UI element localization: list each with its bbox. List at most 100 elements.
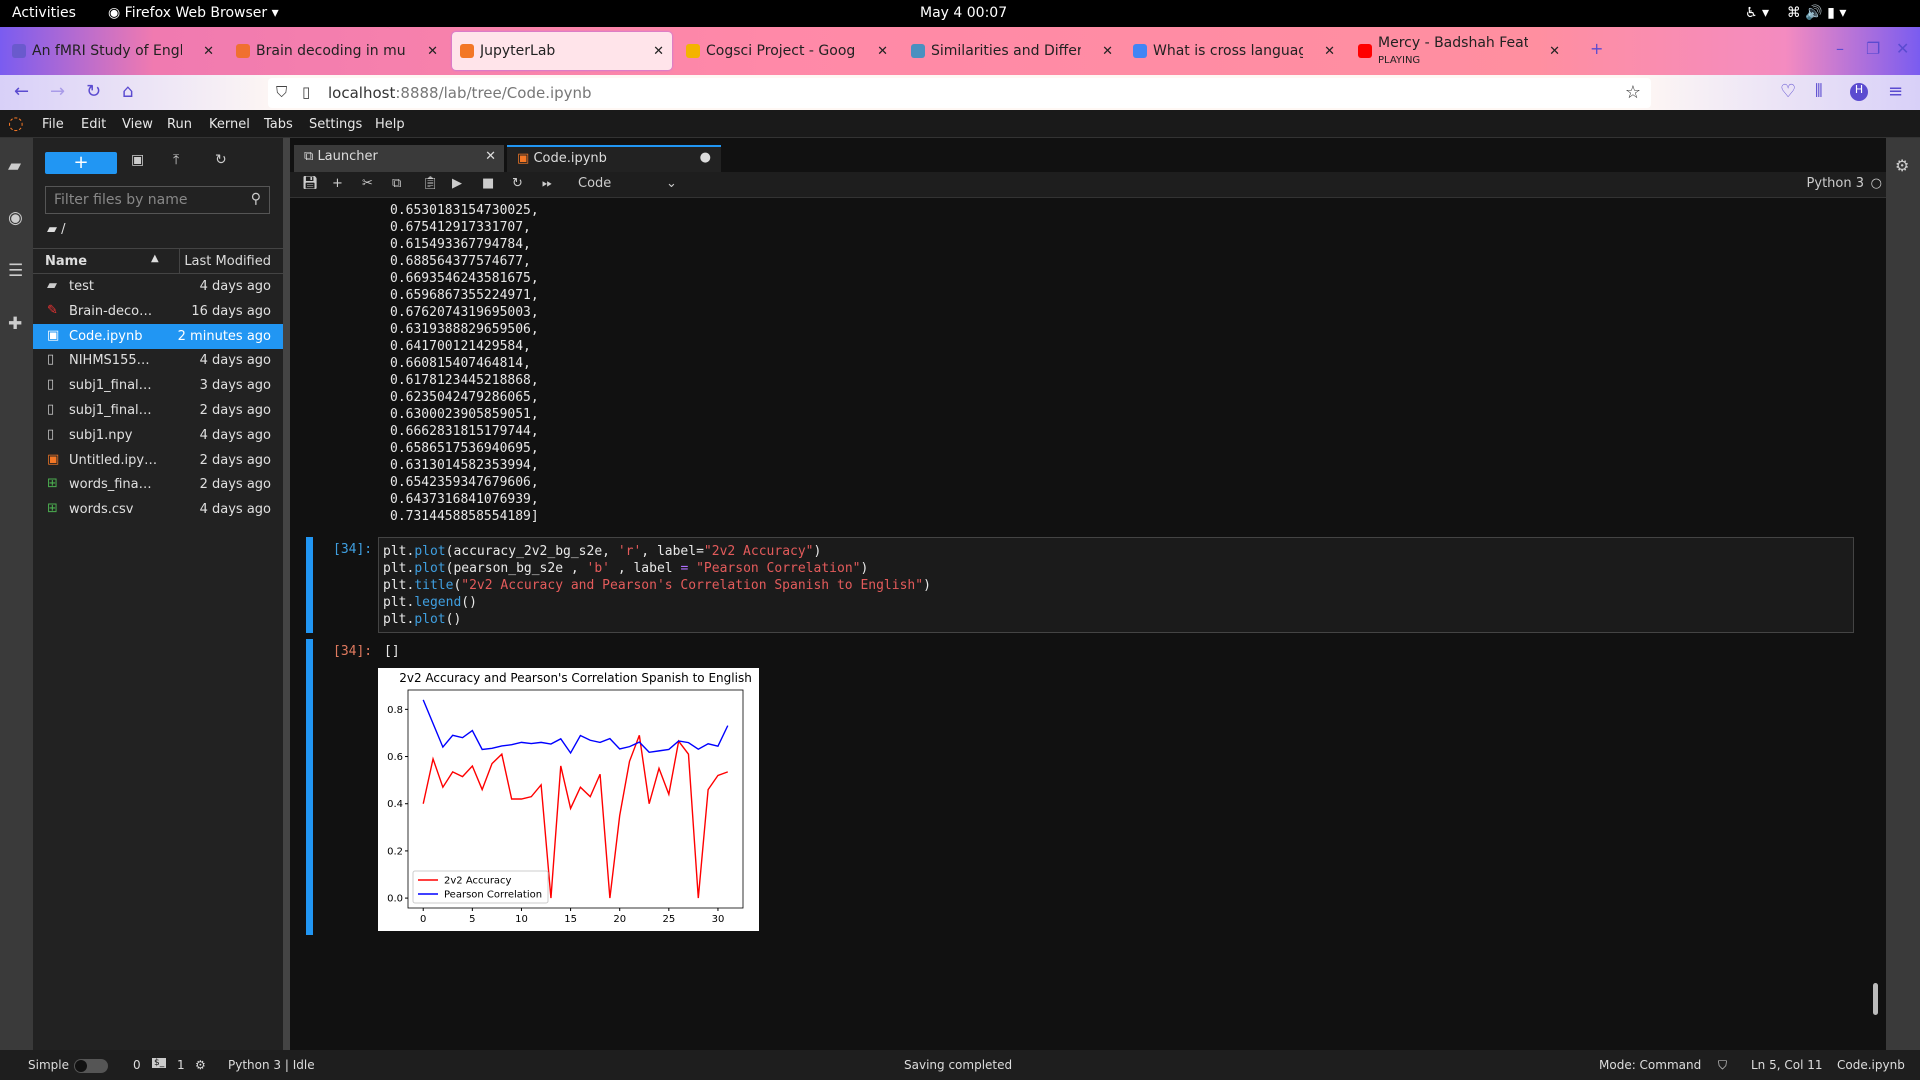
forward-icon[interactable]: → [50,81,65,102]
file-row[interactable]: ▯ subj1.npy 4 days ago [33,423,283,448]
browser-tab[interactable]: An fMRI Study of English ✕ [4,32,222,70]
pocket-icon[interactable]: ♡ [1780,81,1796,102]
kernel-name[interactable]: Python 3 [1807,176,1864,191]
file-row[interactable]: ✎ Brain-deco… 16 days ago [33,299,283,324]
file-row[interactable]: ⊞ words.csv 4 days ago [33,497,283,522]
activities-button[interactable]: Activities [12,5,76,21]
menu-settings[interactable]: Settings [309,117,362,132]
close-tab-icon[interactable]: ✕ [427,44,438,59]
x-tick-label: 5 [469,914,475,925]
menu-kernel[interactable]: Kernel [209,117,250,132]
breadcrumb[interactable]: ▰ / [47,222,66,237]
save-icon[interactable]: 💾︎ [302,176,319,191]
paste-icon[interactable]: 📋︎ [422,176,439,191]
new-folder-icon[interactable]: ▣ [131,152,144,168]
run-all-icon[interactable]: ⏩︎ [542,176,552,191]
browser-tab[interactable]: Similarities and Differenc ✕ [903,32,1121,70]
file-row[interactable]: ▯ subj1_final… 2 days ago [33,398,283,423]
code-token: , label [610,561,681,576]
folder-icon[interactable]: ▰ [8,156,21,176]
close-icon[interactable]: ✕ [485,149,496,164]
browser-tab[interactable]: Cogsci Project - Google Sl ✕ [678,32,896,70]
file-row[interactable]: ▰ test 4 days ago [33,274,283,299]
property-inspector-icon[interactable]: ⚙ [1895,156,1909,175]
running-icon[interactable]: ◉ [8,208,23,228]
file-row[interactable]: ▣ Code.ipynb 2 minutes ago [33,323,283,349]
home-icon[interactable]: ⌂ [122,81,133,102]
tab-code-ipynb[interactable]: ▣ Code.ipynb ● [507,145,721,172]
terminal-count[interactable]: 0 [133,1058,141,1072]
cut-icon[interactable]: ✂ [362,176,373,191]
toc-icon[interactable]: ☰ [8,261,23,281]
browser-tab[interactable]: What is cross language si ✕ [1125,32,1343,70]
url-bar[interactable]: ⛉ ▯ localhost:8888/lab/tree/Code.ipynb ☆ [268,78,1651,108]
back-icon[interactable]: ← [14,81,29,102]
filter-files-input[interactable]: Filter files by name ⚲ [45,186,270,214]
menu-edit[interactable]: Edit [81,117,106,132]
breadcrumb-root[interactable]: / [61,222,65,237]
sort-ascending-icon[interactable]: ▲ [151,253,159,264]
account-avatar[interactable]: H [1850,83,1868,101]
file-row[interactable]: ▯ subj1_final… 3 days ago [33,373,283,398]
restore-icon[interactable]: ❐ [1866,39,1880,58]
extensions-icon[interactable]: ✚ [8,314,22,334]
upload-icon[interactable]: ⤒ [173,152,179,168]
scrollbar-thumb[interactable] [1873,983,1878,1015]
clock[interactable]: May 4 00:07 [920,5,1007,21]
app-menu[interactable]: ◉ Firefox Web Browser ▾ [108,5,279,21]
minimize-icon[interactable]: – [1836,39,1844,58]
menu-view[interactable]: View [122,117,153,132]
panel-resize-handle[interactable] [283,138,290,1050]
file-row[interactable]: ▯ NIHMS155… 4 days ago [33,348,283,373]
reload-icon[interactable]: ↻ [86,81,101,102]
tab-launcher[interactable]: ⧉ Launcher ✕ [294,145,504,172]
kernel-count[interactable]: 1 [177,1058,185,1072]
code-cell-editor[interactable]: plt.plot(accuracy_2v2_bg_s2e, 'r', label… [378,537,1854,633]
menu-tabs[interactable]: Tabs [264,117,293,132]
output-result: [] [384,644,400,659]
notebook-content[interactable]: 0.6530183154730025, 0.675412917331707, 0.6… [290,198,1886,1050]
menu-run[interactable]: Run [167,117,192,132]
stop-icon[interactable]: ■ [482,176,494,191]
modified-column-header[interactable]: Last Modified [184,254,271,269]
file-row[interactable]: ▣ Untitled.ipy… 2 days ago [33,448,283,473]
name-column-header[interactable]: Name [45,254,87,269]
library-icon[interactable]: ⫴ [1815,81,1823,102]
copy-icon[interactable]: ⧉ [392,176,401,191]
system-tray-icons[interactable]: ♿ ▾ ⌘ 🔊 ▮ ▾ [1745,5,1846,21]
file-row[interactable]: ⊞ words_fina… 2 days ago [33,472,283,497]
close-tab-icon[interactable]: ✕ [653,44,664,59]
active-cell-indicator [306,537,313,633]
shield-icon[interactable]: ⛉ [276,83,287,101]
new-tab-icon[interactable]: + [1590,39,1603,58]
browser-tab[interactable]: JupyterLab ✕ [452,32,672,70]
code-token: (accuracy_2v2_bg_s2e, [445,544,618,559]
insert-cell-icon[interactable]: + [332,176,343,191]
trust-shield-icon[interactable]: ⛉ [1718,1058,1727,1073]
browser-tab[interactable]: Brain decoding in multipl ✕ [228,32,446,70]
tab-title: An fMRI Study of English [32,43,182,59]
menu-icon[interactable]: ≡ [1888,81,1903,102]
close-tab-icon[interactable]: ✕ [1549,44,1560,59]
close-window-icon[interactable]: ✕ [1896,39,1909,58]
close-tab-icon[interactable]: ✕ [1102,44,1113,59]
kernel-status[interactable]: Python 3 | Idle [228,1058,315,1072]
new-launcher-button[interactable]: + [45,152,117,174]
bookmark-star-icon[interactable]: ☆ [1625,82,1641,103]
refresh-icon[interactable]: ↻ [215,152,227,168]
close-tab-icon[interactable]: ✕ [1324,44,1335,59]
file-icon: ▯ [47,352,55,368]
cursor-position[interactable]: Ln 5, Col 11 [1751,1058,1823,1072]
menu-file[interactable]: File [42,117,64,132]
simple-mode-toggle[interactable] [74,1059,108,1073]
output-collapse-bar[interactable] [306,639,313,935]
unsaved-dot-icon[interactable]: ● [700,150,711,165]
browser-tab[interactable]: Mercy - Badshah Feat. LaPLAYING ✕ [1350,32,1568,70]
run-icon[interactable]: ▶ [452,176,462,191]
cell-type-select[interactable]: Code ⌄ [578,176,678,191]
close-tab-icon[interactable]: ✕ [203,44,214,59]
restart-icon[interactable]: ↻ [512,176,523,191]
menu-help[interactable]: Help [375,117,405,132]
close-tab-icon[interactable]: ✕ [877,44,888,59]
